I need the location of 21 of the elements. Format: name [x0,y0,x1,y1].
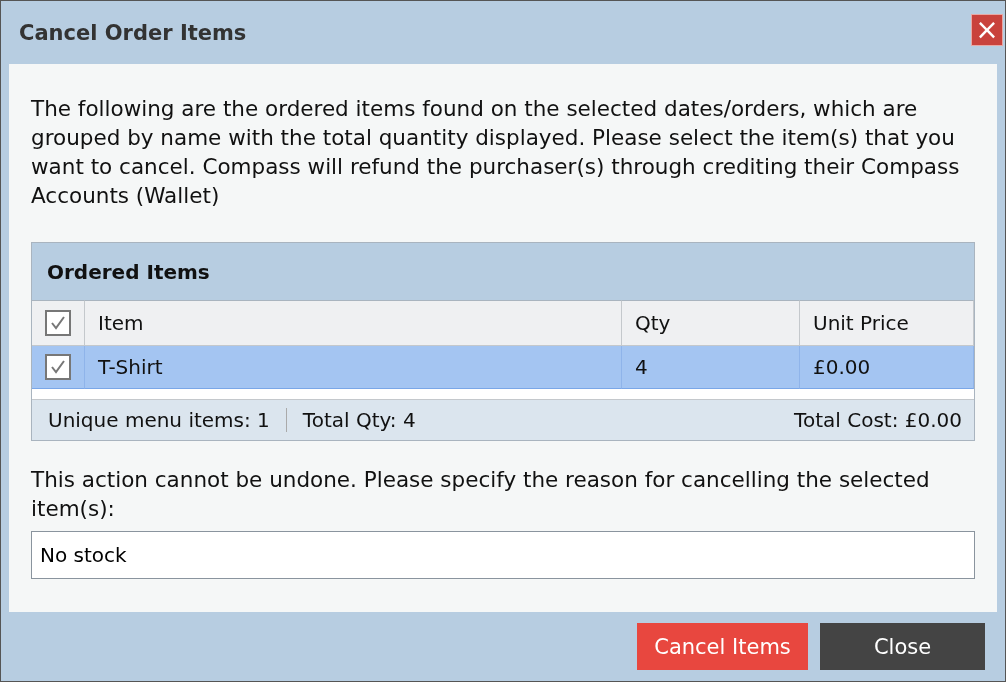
checkmark-icon [49,314,67,332]
table-cell: T-Shirt [85,346,622,389]
column-header[interactable]: Unit Price [800,300,974,346]
intro-text: The following are the ordered items found on the selected dates/orders, which are grouped by name with the total quantity displayed. Please select the item(s) that you want to cancel. Compass will refund the purchaser(s) through crediting their Compass Accounts (Wallet) [31,95,961,210]
cancel-items-button[interactable]: Cancel Items [637,623,808,670]
reason-field[interactable]: No stock [31,531,975,579]
close-button[interactable]: × [971,13,1003,46]
checkbox[interactable] [45,354,71,380]
dialog-title: Cancel Order Items [19,20,247,45]
panel-title: Ordered Items [47,259,210,284]
summary-text: Total Cost: £0.00 [793,408,963,432]
checkbox[interactable] [45,310,71,336]
close-button[interactable]: Close [820,623,985,670]
column-header[interactable]: Qty [622,300,800,346]
summary-text: Total Qty: 4 [301,408,417,432]
summary-text: Unique menu items: 1 [32,408,287,432]
column-header[interactable]: Item [85,300,622,346]
reason-prompt: This action cannot be undone. Please specify the reason for cancelling the selected item(s): [31,466,931,523]
table-cell: £0.00 [800,346,974,389]
table-cell: 4 [622,346,800,389]
checkmark-icon [49,358,67,376]
